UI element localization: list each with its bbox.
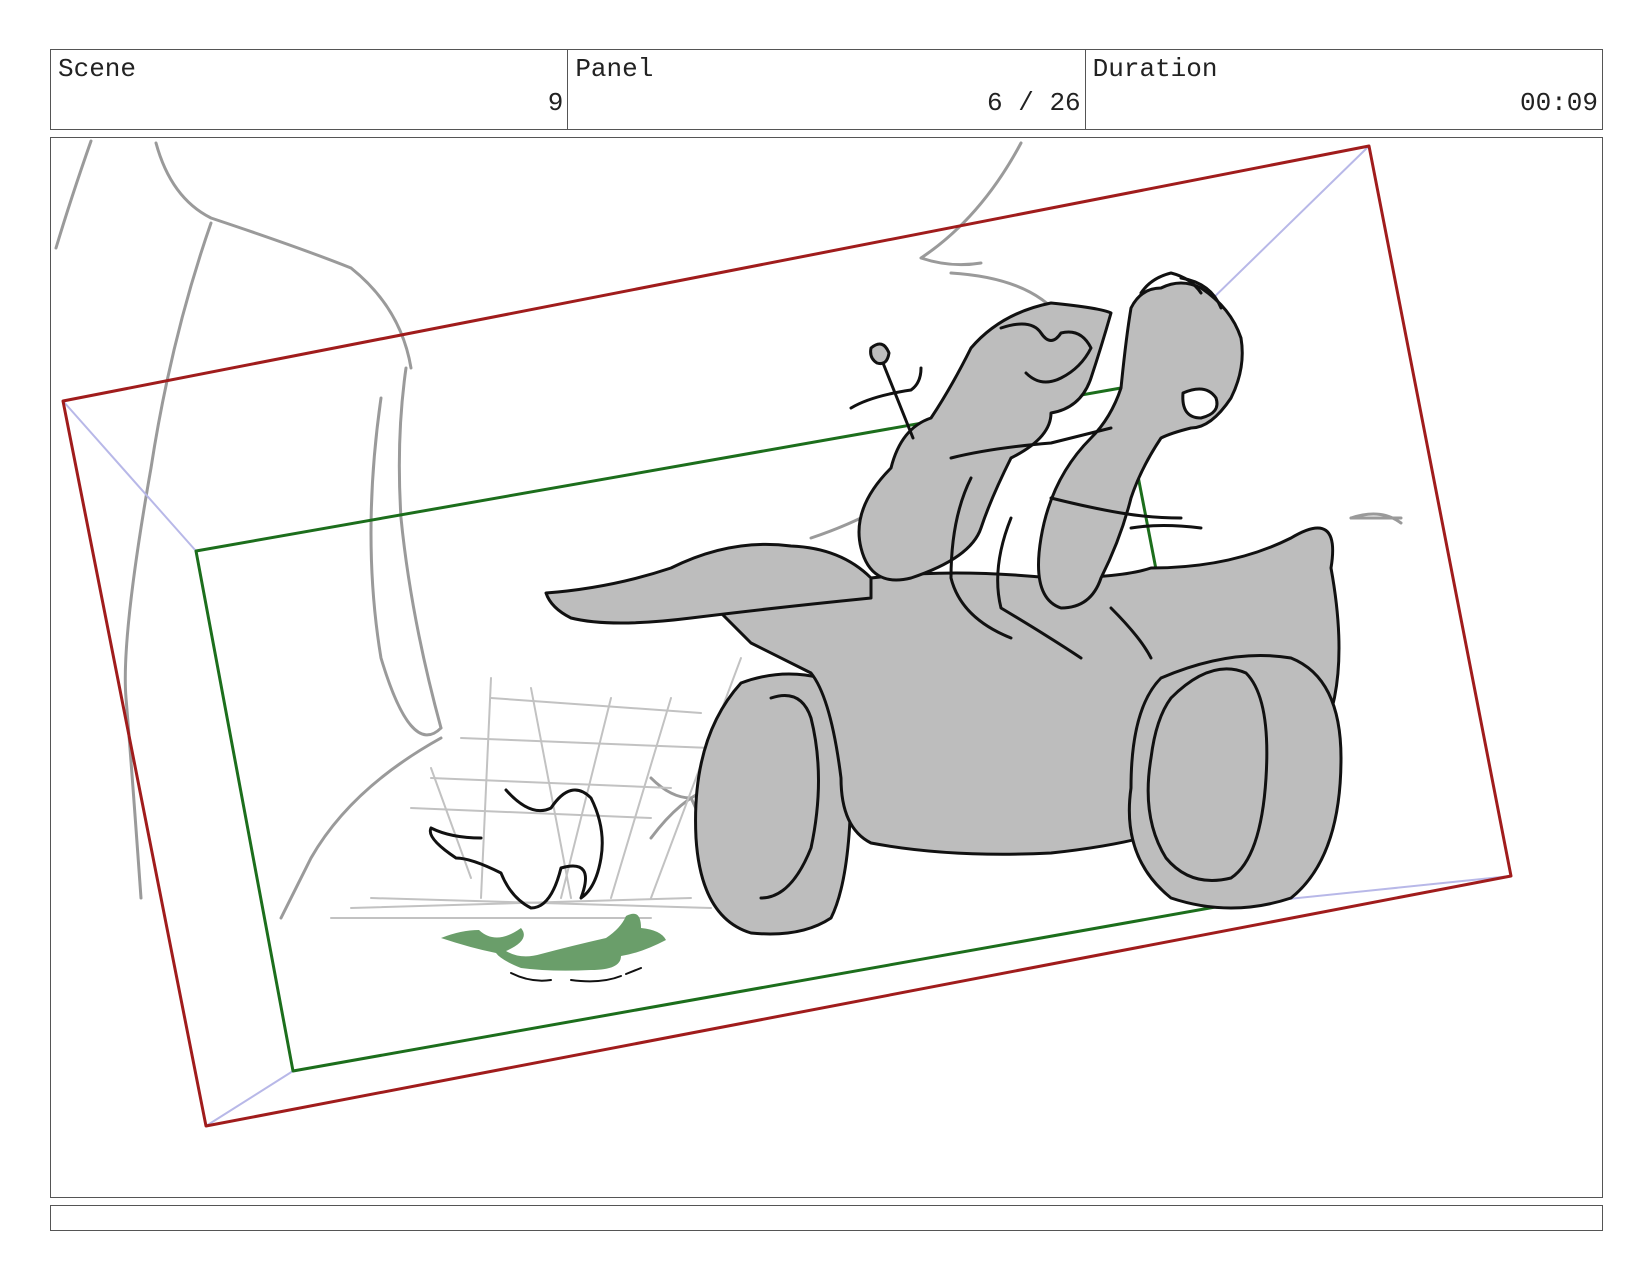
dust-lines bbox=[330, 657, 742, 919]
exhaust-squiggle bbox=[428, 788, 604, 910]
duration-value: 00:09 bbox=[1519, 88, 1598, 118]
storyboard-panel bbox=[50, 137, 1603, 1198]
duration-label: Duration bbox=[1092, 54, 1218, 84]
duration-cell: Duration 00:09 bbox=[1086, 50, 1602, 129]
notes-bar bbox=[50, 1205, 1603, 1231]
panel-info-header: Scene 9 Panel 6 / 26 Duration 00:09 bbox=[50, 49, 1603, 130]
storyboard-sketch bbox=[54, 139, 1513, 1128]
green-puddle bbox=[441, 913, 666, 971]
motorcycle-figure bbox=[544, 271, 1343, 936]
scene-value: 9 bbox=[547, 88, 564, 118]
scene-label: Scene bbox=[58, 54, 137, 84]
panel-label: Panel bbox=[575, 54, 654, 84]
panel-cell: Panel 6 / 26 bbox=[568, 50, 1086, 129]
panel-value: 6 / 26 bbox=[987, 88, 1081, 118]
scene-cell: Scene 9 bbox=[51, 50, 569, 129]
